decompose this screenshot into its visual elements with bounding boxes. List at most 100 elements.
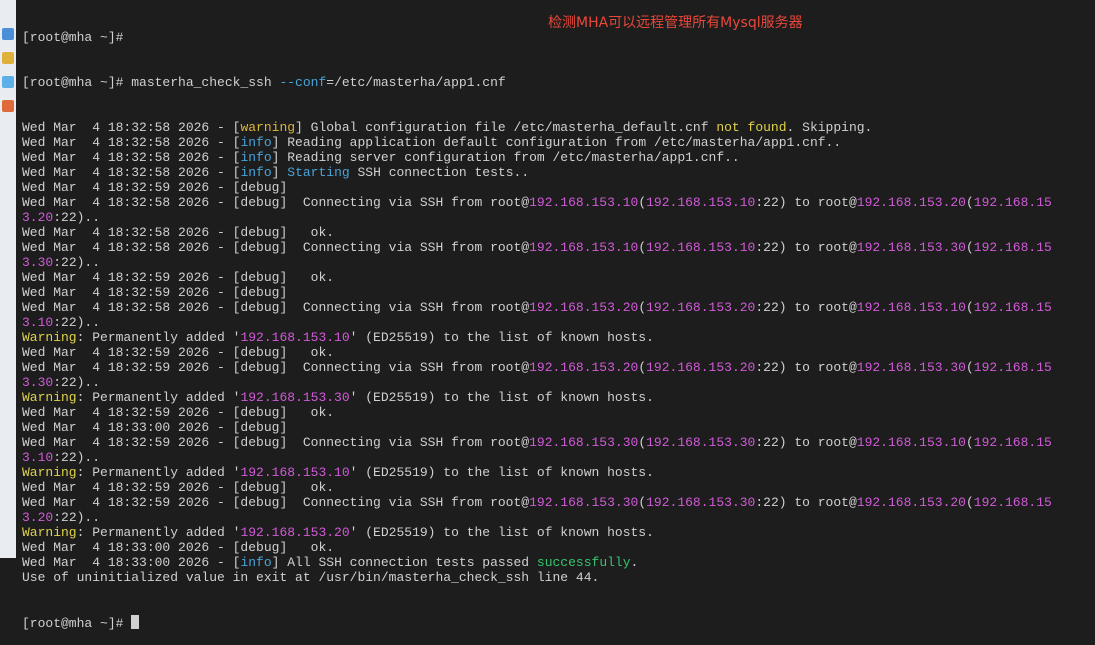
log-line: Wed Mar 4 18:33:00 2026 - [debug] ok. — [22, 540, 1087, 555]
log-text: . Skipping. — [786, 120, 873, 135]
log-line: 3.20:22).. — [22, 510, 1087, 525]
log-text: :22) to root@ — [755, 495, 857, 510]
log-info-text: info — [240, 150, 272, 165]
text-cursor — [131, 615, 140, 629]
log-text: ] Reading server configuration from /etc… — [271, 150, 740, 165]
log-text: ( — [965, 300, 974, 315]
log-yellow-text: not found — [716, 120, 787, 135]
log-text: Wed Mar 4 18:33:00 2026 - [ — [22, 555, 241, 570]
log-text: :22).. — [53, 375, 101, 390]
log-text: :22) to root@ — [755, 435, 857, 450]
log-text: ( — [638, 360, 647, 375]
log-ip-text: 192.168.153.10 — [240, 465, 350, 480]
log-ip-text: 192.168.153.30 — [646, 495, 756, 510]
log-line: Warning: Permanently added '192.168.153.… — [22, 330, 1087, 345]
log-line: Wed Mar 4 18:32:59 2026 - [debug] ok. — [22, 345, 1087, 360]
log-ip-text: 192.168.153.10 — [529, 240, 639, 255]
log-warnkw-text: warning — [240, 120, 296, 135]
log-yellow-text: Warning — [22, 525, 77, 540]
log-line: Wed Mar 4 18:32:59 2026 - [debug] — [22, 285, 1087, 300]
log-ip-text: 192.168.153.10 — [529, 195, 639, 210]
log-text: Wed Mar 4 18:32:58 2026 - [ — [22, 120, 241, 135]
log-line: Wed Mar 4 18:32:59 2026 - [debug] ok. — [22, 480, 1087, 495]
log-text: : Permanently added ' — [76, 330, 241, 345]
log-text: :22) to root@ — [755, 240, 857, 255]
log-info-text: Starting — [287, 165, 350, 180]
log-line: 3.30:22).. — [22, 255, 1087, 270]
log-text: Wed Mar 4 18:32:59 2026 - [debug] ok. — [22, 345, 335, 360]
log-info-text: info — [240, 165, 272, 180]
final-prompt-line[interactable]: [root@mha ~]# — [22, 615, 1087, 631]
log-ip-text: 192.168.153.30 — [856, 240, 966, 255]
log-text: :22).. — [53, 510, 101, 525]
log-ip-text: 192.168.15 — [973, 360, 1052, 375]
log-yellow-text: Warning — [22, 330, 77, 345]
log-text: Wed Mar 4 18:32:58 2026 - [ — [22, 150, 241, 165]
shell-prompt: [root@mha ~]# — [22, 616, 132, 631]
annotation-note: 检测MHA可以远程管理所有Mysql服务器 — [548, 15, 803, 31]
log-line: Wed Mar 4 18:32:58 2026 - [debug] Connec… — [22, 300, 1087, 315]
log-ip-text: 3.10 — [22, 315, 54, 330]
log-yellow-text: Warning — [22, 390, 77, 405]
log-text: ( — [638, 495, 647, 510]
log-ip-text: 192.168.153.10 — [646, 240, 756, 255]
log-text: ( — [638, 240, 647, 255]
log-ip-text: 192.168.153.20 — [646, 360, 756, 375]
shell-prompt: [root@mha ~]# — [22, 75, 132, 90]
log-line: Wed Mar 4 18:32:59 2026 - [debug] — [22, 180, 1087, 195]
log-text: :22) to root@ — [755, 300, 857, 315]
terminal-output[interactable]: [root@mha ~]# [root@mha ~]# masterha_che… — [22, 0, 1087, 631]
log-text: : Permanently added ' — [76, 525, 241, 540]
log-ip-text: 192.168.153.20 — [529, 300, 639, 315]
log-text: Wed Mar 4 18:32:59 2026 - [debug] — [22, 285, 288, 300]
command-line: [root@mha ~]# masterha_check_ssh --conf=… — [22, 75, 1087, 90]
log-ip-text: 192.168.153.10 — [856, 300, 966, 315]
log-ip-text: 192.168.153.10 — [856, 435, 966, 450]
log-line: Warning: Permanently added '192.168.153.… — [22, 525, 1087, 540]
log-ip-text: 3.30 — [22, 255, 54, 270]
log-ip-text: 192.168.15 — [973, 495, 1052, 510]
log-text: ' (ED25519) to the list of known hosts. — [349, 525, 654, 540]
log-ip-text: 192.168.153.20 — [240, 525, 350, 540]
log-line: Wed Mar 4 18:32:59 2026 - [debug] Connec… — [22, 360, 1087, 375]
log-info-text: info — [240, 135, 272, 150]
log-text: ] — [271, 165, 288, 180]
log-text: : Permanently added ' — [76, 390, 241, 405]
log-line: Warning: Permanently added '192.168.153.… — [22, 465, 1087, 480]
log-text: . — [630, 555, 639, 570]
log-text: :22).. — [53, 255, 101, 270]
log-ip-text: 192.168.153.20 — [646, 300, 756, 315]
log-line: Wed Mar 4 18:32:58 2026 - [debug] Connec… — [22, 195, 1087, 210]
log-line: Wed Mar 4 18:32:59 2026 - [debug] Connec… — [22, 495, 1087, 510]
log-line: 3.30:22).. — [22, 375, 1087, 390]
log-text: ' (ED25519) to the list of known hosts. — [349, 465, 654, 480]
log-line: 3.10:22).. — [22, 450, 1087, 465]
toolbar-icon-4[interactable] — [2, 100, 14, 112]
log-line: Use of uninitialized value in exit at /u… — [22, 570, 1087, 585]
log-line: Wed Mar 4 18:32:59 2026 - [debug] ok. — [22, 270, 1087, 285]
terminal-line: [root@mha ~]# — [22, 30, 1087, 45]
toolbar-icon-2[interactable] — [2, 52, 14, 64]
log-text: ' (ED25519) to the list of known hosts. — [349, 330, 654, 345]
log-text: :22).. — [53, 450, 101, 465]
log-ip-text: 3.20 — [22, 510, 54, 525]
log-ip-text: 192.168.153.30 — [529, 495, 639, 510]
log-text: ( — [965, 360, 974, 375]
log-text: Wed Mar 4 18:32:59 2026 - [debug] Connec… — [22, 495, 530, 510]
log-text: ( — [638, 435, 647, 450]
log-text: SSH connection tests.. — [349, 165, 530, 180]
log-ip-text: 192.168.15 — [973, 435, 1052, 450]
toolbar-icon-1[interactable] — [2, 28, 14, 40]
log-ip-text: 192.168.153.20 — [856, 495, 966, 510]
toolbar-icon-3[interactable] — [2, 76, 14, 88]
log-line: Wed Mar 4 18:33:00 2026 - [debug] — [22, 420, 1087, 435]
log-text: Wed Mar 4 18:32:59 2026 - [debug] ok. — [22, 270, 335, 285]
log-text: Wed Mar 4 18:32:58 2026 - [debug] Connec… — [22, 195, 530, 210]
log-ip-text: 192.168.153.20 — [856, 195, 966, 210]
log-text: Wed Mar 4 18:32:59 2026 - [debug] Connec… — [22, 435, 530, 450]
log-text: ] Reading application default configurat… — [271, 135, 842, 150]
log-text: Wed Mar 4 18:32:59 2026 - [debug] — [22, 180, 288, 195]
log-ip-text: 3.10 — [22, 450, 54, 465]
log-text: Wed Mar 4 18:32:58 2026 - [debug] Connec… — [22, 240, 530, 255]
log-ip-text: 192.168.15 — [973, 195, 1052, 210]
